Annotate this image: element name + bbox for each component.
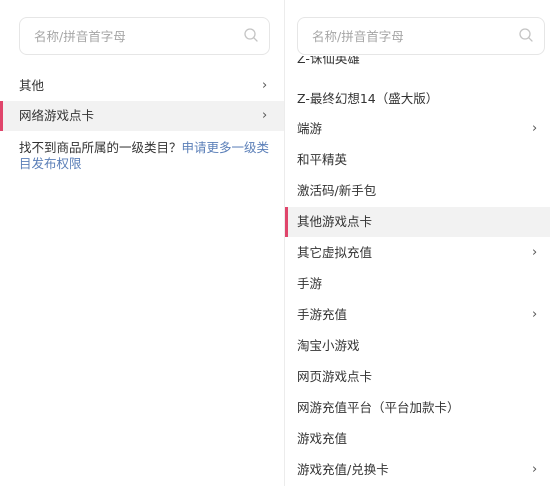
category-item-online-game-card[interactable]: 网络游戏点卡 › [0,101,284,131]
subcategory-label: 网页游戏点卡 [297,369,373,384]
subcategory-label: 淘宝小游戏 [297,338,360,353]
subcategory-item[interactable]: 网游充值平台（平台加款卡） [285,393,550,423]
subcategory-item[interactable]: 其它虚拟充值 › [285,238,550,268]
hint-text: 找不到商品所属的一级类目？ [19,140,182,155]
subcategory-item[interactable]: Z-诛仙英雄 [285,56,550,74]
subcategory-label: 游戏充值/兑换卡 [297,462,389,477]
subcategory-item[interactable]: 手游充值 › [285,300,550,330]
subcategory-label: 手游 [297,276,323,291]
secondary-category-panel: Z-诛仙英雄 Z-最终幻想14（盛大版） 端游 › 和平精英 激活码/新手包 其… [285,0,550,486]
subcategory-label: 网游充值平台（平台加款卡） [297,400,460,415]
primary-category-panel: 其他 › 网络游戏点卡 › 找不到商品所属的一级类目？申请更多一级类目发布权限 [0,0,285,486]
subcategory-item[interactable]: 游戏充值 [285,424,550,454]
primary-search-box[interactable] [19,17,270,55]
search-icon[interactable] [518,27,534,43]
subcategory-label: Z-诛仙英雄 [297,56,360,66]
primary-search-input[interactable] [34,27,234,45]
chevron-right-icon: › [532,121,538,136]
subcategory-item[interactable]: Z-最终幻想14（盛大版） [285,84,550,114]
subcategory-item[interactable]: 游戏充值/兑换卡 › [285,455,550,485]
subcategory-label: 其他游戏点卡 [297,214,373,229]
subcategory-item-selected[interactable]: 其他游戏点卡 [285,207,550,237]
subcategory-item[interactable]: 网页游戏点卡 [285,362,550,392]
subcategory-label: 游戏充值 [297,431,348,446]
subcategory-label: 和平精英 [297,152,348,167]
subcategory-item[interactable]: 淘宝小游戏 [285,331,550,361]
subcategory-label: 激活码/新手包 [297,183,377,198]
chevron-right-icon: › [532,307,538,322]
category-item-other[interactable]: 其他 › [0,71,284,101]
chevron-right-icon: › [532,245,538,260]
secondary-search-input[interactable] [312,27,512,45]
chevron-right-icon: › [262,108,268,123]
chevron-right-icon: › [532,462,538,477]
subcategory-label: Z-最终幻想14（盛大版） [297,91,439,106]
subcategory-item[interactable]: 手游 [285,269,550,299]
missing-category-hint: 找不到商品所属的一级类目？申请更多一级类目发布权限 [19,140,271,172]
category-label: 其他 [19,78,45,93]
chevron-right-icon: › [262,78,268,93]
secondary-search-box[interactable] [297,17,545,55]
subcategory-item[interactable]: 激活码/新手包 [285,176,550,206]
subcategory-item[interactable]: 和平精英 [285,145,550,175]
subcategory-label: 其它虚拟充值 [297,245,373,260]
subcategory-label: 端游 [297,121,323,136]
subcategory-item[interactable]: 端游 › [285,114,550,144]
category-label: 网络游戏点卡 [19,108,95,123]
subcategory-label: 手游充值 [297,307,348,322]
search-icon[interactable] [243,27,259,43]
scrolled-partial-row: Z-诛仙英雄 [285,56,550,75]
